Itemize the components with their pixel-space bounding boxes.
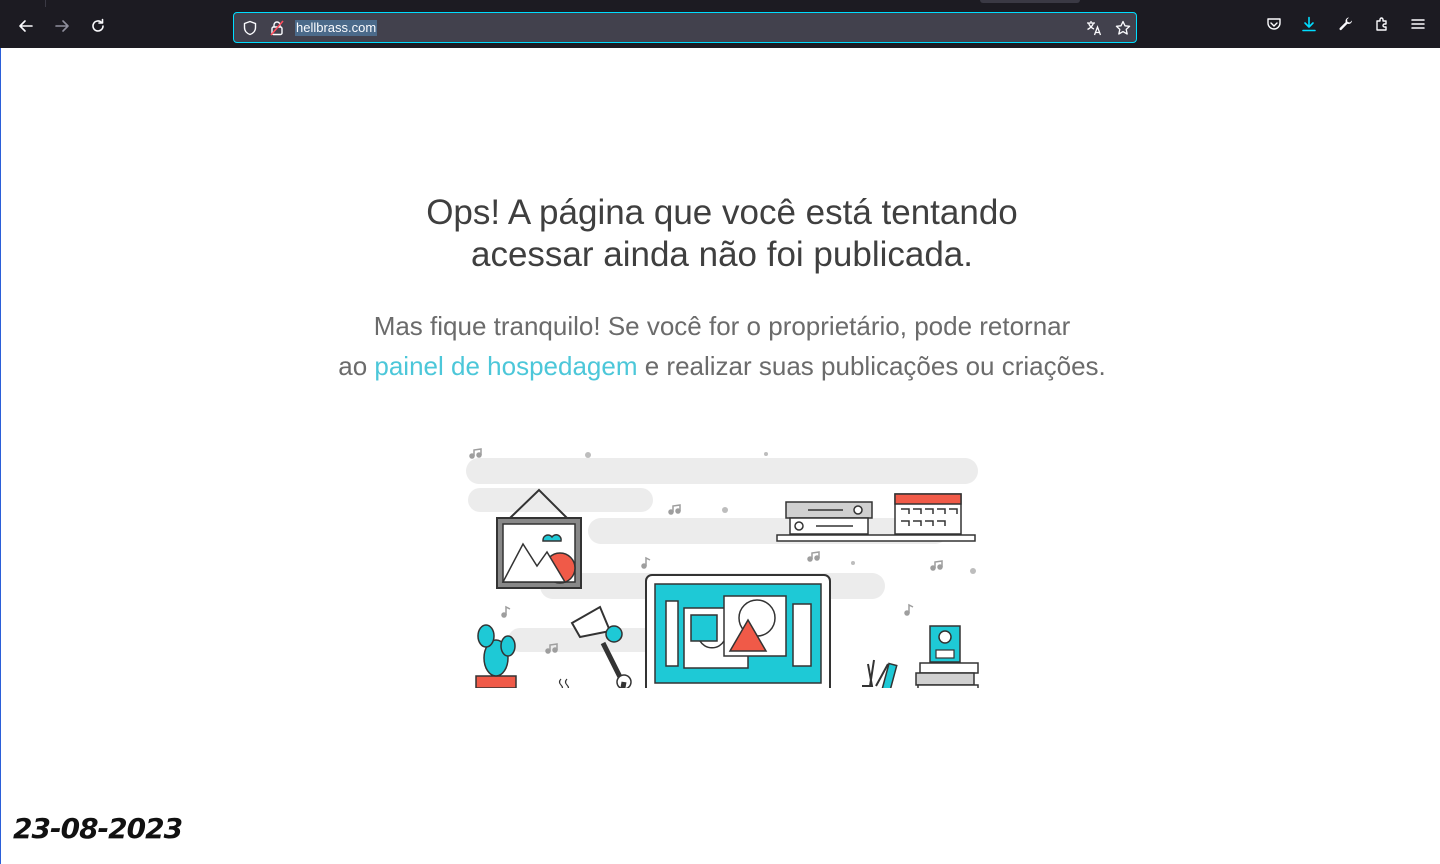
page-content: Ops! A página que você está tentando ace… [0, 48, 1440, 864]
hosting-panel-link[interactable]: painel de hospedagem [374, 351, 637, 381]
subtitle-line-1: Mas fique tranquilo! Se você for o propr… [373, 311, 1071, 341]
page-title: Ops! A página que você está tentando ace… [300, 192, 1144, 276]
lock-icon[interactable] [268, 19, 286, 37]
address-bar[interactable]: hellbrass.com [233, 12, 1137, 43]
tab-strip [0, 0, 1440, 7]
shield-icon[interactable] [241, 19, 259, 37]
puzzle-icon[interactable] [1372, 14, 1392, 34]
subtitle-prefix: ao [338, 351, 368, 381]
browser-toolbar: hellbrass.com [0, 0, 1440, 48]
page-subtitle: Mas fique tranquilo! Se você for o propr… [260, 306, 1184, 386]
star-icon[interactable] [1114, 19, 1132, 37]
wrench-icon[interactable] [1336, 14, 1356, 34]
back-arrow-icon[interactable] [12, 12, 40, 40]
subtitle-suffix: e realizar suas publicações ou criações. [644, 351, 1106, 381]
forward-arrow-icon[interactable] [48, 12, 76, 40]
title-line-2: acessar ainda não foi publicada. [470, 235, 973, 274]
title-line-1: Ops! A página que você está tentando [426, 193, 1018, 232]
date-stamp: 23-08-2023 [13, 812, 183, 845]
reload-icon[interactable] [84, 12, 112, 40]
hamburger-menu-icon[interactable] [1408, 14, 1428, 34]
workspace-desk-illustration [466, 448, 979, 688]
pocket-icon[interactable] [1264, 14, 1284, 34]
translate-icon[interactable] [1085, 19, 1103, 37]
download-icon[interactable] [1299, 14, 1319, 34]
url-text[interactable]: hellbrass.com [295, 20, 378, 36]
